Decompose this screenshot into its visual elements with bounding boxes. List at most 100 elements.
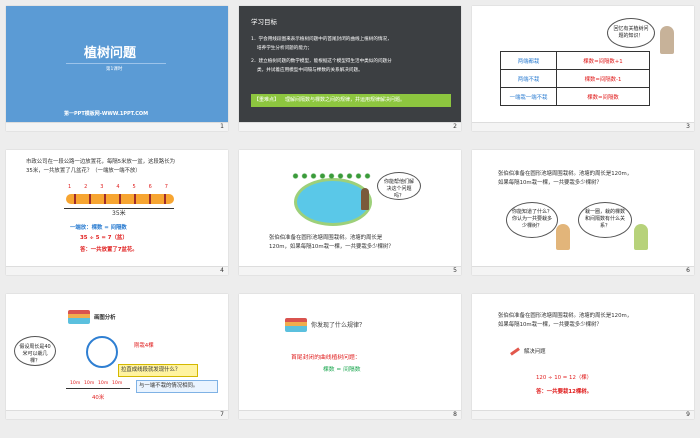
slide-bottom-bar xyxy=(472,410,694,419)
problem-line-2: 120m，如果每隔10m栽一棵，一共要栽多少棵树？ xyxy=(269,244,394,250)
flower-number: 3 xyxy=(100,184,104,190)
segment-label: 10m xyxy=(70,381,81,386)
problem-line-1: 张伯伯准备在圆形池塘周围栽树。池塘的周长是120m， xyxy=(498,171,633,177)
question-bubble: 你能帮他们解决这个问题吗？ xyxy=(377,172,421,200)
thinking-bubble-1: 你能知道了什么？你认为一共要栽多少棵树？ xyxy=(506,202,558,238)
slide-bottom-bar xyxy=(6,122,228,131)
rule-text: 棵数 = 间隔数 xyxy=(323,367,361,373)
hint-text: 拉直成线段就发现什么？ xyxy=(121,366,181,373)
table-row: 一端栽一端不栽 棵数=间隔数 xyxy=(500,87,650,106)
segment-line xyxy=(66,388,130,389)
slide-thumbnail-1[interactable]: 植树问题 第1课时 第一PPT模板网-WWW.1PPT.COM 1 xyxy=(6,6,228,131)
slide-bottom-bar xyxy=(472,122,694,131)
flower-number: 5 xyxy=(132,184,136,190)
rules-table: 两端都栽 棵数=间隔数+1 两端不栽 棵数=间隔数-1 一端栽一端不栽 棵数=间… xyxy=(500,51,650,106)
bubble-text: 假设周长是40米可以栽几棵？ xyxy=(19,344,51,364)
formula-title: 一端放：棵数 = 间隔数 xyxy=(70,225,127,231)
table-row: 两端都栽 棵数=间隔数+1 xyxy=(500,51,650,70)
segment-label: 10m xyxy=(112,381,123,386)
slide-thumbnail-9[interactable]: 张伯伯准备在圆形池塘周围栽树。池塘的周长是120m， 如果每隔10m栽一棵，一共… xyxy=(472,294,694,419)
table-cell: 棵数=间隔数 xyxy=(556,87,650,106)
segment-label: 10m xyxy=(98,381,109,386)
slide-bottom-bar xyxy=(239,266,461,275)
formula: 120 ÷ 10 = 12（棵） xyxy=(536,375,593,381)
slide-bottom-bar xyxy=(239,122,461,131)
flower-number: 4 xyxy=(116,184,120,190)
problem-line-1: 张伯伯准备在圆形池塘周围栽树。池塘的周长是 xyxy=(269,235,383,241)
slide-thumbnail-2[interactable]: 学习目标 1．学会用线段图来表示植树问题中的首尾封闭的曲线上植树的情况， 培养学… xyxy=(239,6,461,131)
flower-number: 7 xyxy=(164,184,168,190)
slide-number: 6 xyxy=(686,267,690,274)
slide-bottom-bar xyxy=(6,410,228,419)
slide-thumbnail-7[interactable]: 画图分析 假设周长是40米可以栽几棵？ 刚栽4棵 拉直成线段就发现什么？ 10m… xyxy=(6,294,228,419)
recall-bubble: 回忆有关植树问题的知识！ xyxy=(607,18,655,48)
trees-label: 刚栽4棵 xyxy=(134,343,154,349)
table-cell: 棵数=间隔数-1 xyxy=(556,69,650,88)
problem-line-2: 如果每隔10m栽一棵，一共要栽多少棵树？ xyxy=(498,322,602,328)
bubble-text: 栽一圈，栽的棵数和间隔数有什么关系？ xyxy=(584,209,625,229)
formula: 35 ÷ 5 = 7（盆） xyxy=(80,235,128,241)
circle-diagram xyxy=(86,336,118,368)
child-figure-1 xyxy=(556,224,570,250)
slide-thumbnail-3[interactable]: 回忆有关植树问题的知识！ 两端都栽 棵数=间隔数+1 两端不栽 棵数=间隔数-1… xyxy=(472,6,694,131)
slide-thumbnail-4[interactable]: 市政公司在一段公路一边放置花，每隔5米放一盆，这段路长为 35米，一共放置了几盆… xyxy=(6,150,228,275)
table-cell: 一端栽一端不栽 xyxy=(500,87,557,106)
slide-number: 4 xyxy=(220,267,224,274)
slide-bottom-bar xyxy=(6,266,228,275)
problem-line-1: 市政公司在一段公路一边放置花，每隔5米放一盆，这段路长为 xyxy=(26,159,175,165)
problem-line-1: 张伯伯准备在圆形池塘周围栽树。池塘的周长是120m， xyxy=(498,313,633,319)
goal-1-cont: 培养学生分析问题的能力； xyxy=(257,46,313,51)
table-cell: 两端都栽 xyxy=(500,51,557,70)
slide-number: 8 xyxy=(453,411,457,418)
table-row: 两端不栽 棵数=间隔数-1 xyxy=(500,69,650,88)
flower-pots xyxy=(66,194,174,204)
slide-number: 1 xyxy=(220,123,224,130)
segment-label: 10m xyxy=(84,381,95,386)
template-footer: 第一PPT模板网-WWW.1PPT.COM xyxy=(64,111,149,117)
title-underline xyxy=(66,63,166,64)
slide-subtitle: 第1课时 xyxy=(106,67,123,72)
goal-1: 1．学会用线段图来表示植树问题中的首尾封闭的曲线上植树的情况， xyxy=(251,37,392,42)
books-icon xyxy=(68,310,90,324)
goal-2-cont: 类，并试着应用模型中间隔与棵数的关系解决问题。 xyxy=(257,68,363,73)
answer: 答：一共要栽12棵树。 xyxy=(536,389,593,395)
table-cell: 两端不栽 xyxy=(500,69,557,88)
goal-2: 2．建立植树问题的数学模型，能根据这个模型得生活中类似的问题分 xyxy=(251,59,392,64)
slide-bottom-bar xyxy=(239,410,461,419)
pencil-icon xyxy=(510,347,520,356)
recall-text: 回忆有关植树问题的知识！ xyxy=(613,26,649,39)
problem-line-2: 35米，一共放置了几盆花？（一端放一端不放） xyxy=(26,168,141,174)
answer: 答：一共放置了7盆花。 xyxy=(80,247,138,253)
road-length-label: 35米 xyxy=(112,210,126,217)
slide-title: 植树问题 xyxy=(84,46,137,61)
flower-number: 6 xyxy=(148,184,152,190)
road-line xyxy=(64,208,174,209)
trees-illustration xyxy=(291,172,371,180)
books-icon xyxy=(285,318,307,332)
slide-thumbnail-5[interactable]: 你能帮他们解决这个问题吗？ 张伯伯准备在圆形池塘周围栽树。池塘的周长是 120m… xyxy=(239,150,461,275)
slide-number: 2 xyxy=(453,123,457,130)
table-cell: 棵数=间隔数+1 xyxy=(556,51,650,70)
slide-number: 7 xyxy=(220,411,224,418)
key-point-tag: 【重难点】 xyxy=(254,97,280,103)
slide-number: 9 xyxy=(686,411,690,418)
slide-thumbnail-6[interactable]: 张伯伯准备在圆形池塘周围栽树。池塘的周长是120m， 如果每隔10m栽一棵，一共… xyxy=(472,150,694,275)
thinking-bubble-2: 栽一圈，栽的棵数和间隔数有什么关系？ xyxy=(578,202,632,238)
rule-title: 首尾封闭的曲线植树问题： xyxy=(291,355,361,361)
title-panel xyxy=(6,6,228,124)
flower-number: 1 xyxy=(68,184,72,190)
total-length-label: 40米 xyxy=(92,395,105,401)
analysis-heading: 画图分析 xyxy=(94,315,116,321)
uncle-figure xyxy=(361,188,369,210)
slide-thumbnail-8[interactable]: 你发现了什么规律？ 首尾封闭的曲线植树问题： 棵数 = 间隔数 8 xyxy=(239,294,461,419)
slide-number: 5 xyxy=(453,267,457,274)
child-figure-2 xyxy=(634,224,648,250)
compare-text: 与一端不栽的情况相同。 xyxy=(139,382,199,389)
question-text: 你能帮他们解决这个问题吗？ xyxy=(383,179,414,199)
slide-bottom-bar xyxy=(472,266,694,275)
solve-heading: 解决问题 xyxy=(524,349,546,355)
slide-number: 3 xyxy=(686,123,690,130)
question-text: 你发现了什么规律？ xyxy=(311,322,366,329)
bubble-text: 你能知道了什么？你认为一共要栽多少棵树？ xyxy=(512,209,553,229)
teacher-figure xyxy=(660,26,674,54)
